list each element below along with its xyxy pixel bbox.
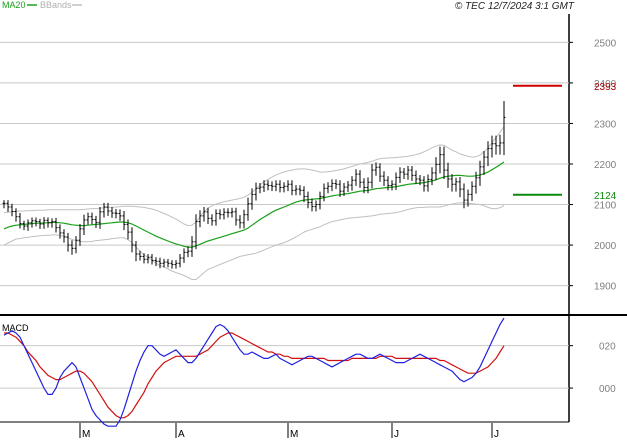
resistance-level-label: 2393	[594, 82, 617, 93]
macd-panel-title: MACD	[2, 323, 29, 333]
price-tick-label: 2200	[594, 160, 617, 171]
x-tick-label: M	[290, 429, 298, 440]
support-level-label: 2124	[594, 191, 617, 202]
price-tick-label: 2000	[594, 241, 617, 252]
x-tick-label: J	[494, 429, 499, 440]
price-tick-label: 2500	[594, 38, 617, 49]
legend-ma20-label: MA20	[2, 0, 26, 10]
x-tick-label: J	[394, 429, 399, 440]
x-tick-label: A	[178, 429, 185, 440]
price-tick-label: 2100	[594, 201, 617, 212]
x-tick-label: M	[82, 429, 90, 440]
stock-chart: 2500240023002200210020001900020000M A M J J2…	[0, 0, 627, 440]
price-tick-label: 1900	[594, 282, 617, 293]
macd-tick-label: 020	[599, 342, 616, 353]
price-tick-label: 2300	[594, 119, 617, 130]
legend: MA20 BBands	[2, 0, 82, 10]
macd-tick-label: 000	[599, 384, 616, 395]
copyright-timestamp: © TEC 12/7/2024 3:1 GMT	[455, 1, 575, 12]
legend-bbands-label: BBands	[40, 0, 72, 10]
